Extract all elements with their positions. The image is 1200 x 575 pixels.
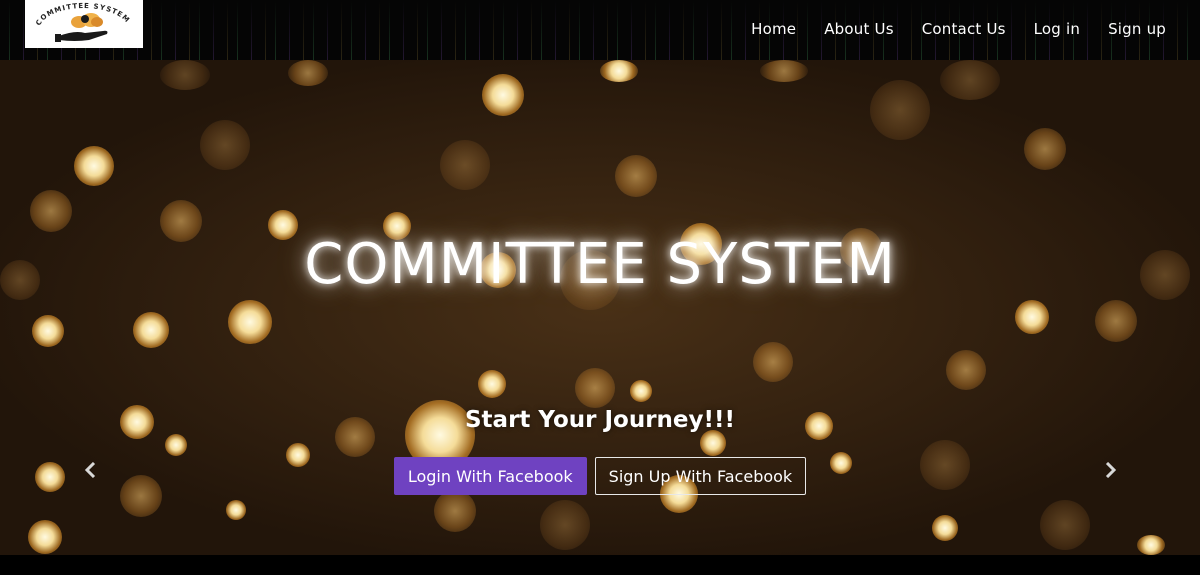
hero-subtitle: Start Your Journey!!!	[464, 407, 735, 433]
nav-signup-link[interactable]: Sign up	[1094, 20, 1180, 38]
hero-title: COMMITTEE SYSTEM	[304, 232, 896, 297]
nav-links: Home About Us Contact Us Log in Sign up	[737, 0, 1180, 58]
nav-contact-link[interactable]: Contact Us	[908, 20, 1020, 38]
page-bottom-strip	[0, 555, 1200, 575]
top-navbar: COMMITTEE SYSTEM Home About Us Contact U…	[0, 0, 1200, 60]
nav-login-link[interactable]: Log in	[1020, 20, 1094, 38]
chevron-left-icon	[84, 461, 96, 479]
brand-logo[interactable]: COMMITTEE SYSTEM	[25, 0, 143, 48]
signup-with-facebook-button[interactable]: Sign Up With Facebook	[594, 457, 807, 495]
hero-button-group: Login With Facebook Sign Up With Faceboo…	[0, 457, 1200, 495]
carousel-prev-button[interactable]	[79, 458, 103, 482]
nav-home-link[interactable]: Home	[737, 20, 810, 38]
landing-page: COMMITTEE SYSTEM Home About Us Contact U…	[0, 0, 1200, 575]
nav-about-link[interactable]: About Us	[810, 20, 908, 38]
chevron-right-icon	[1105, 461, 1117, 479]
login-with-facebook-button[interactable]: Login With Facebook	[393, 457, 587, 495]
carousel-next-button[interactable]	[1098, 458, 1122, 482]
logo-image: COMMITTEE SYSTEM	[25, 0, 143, 48]
hero-carousel: COMMITTEE SYSTEM Start Your Journey!!! L…	[0, 60, 1200, 555]
